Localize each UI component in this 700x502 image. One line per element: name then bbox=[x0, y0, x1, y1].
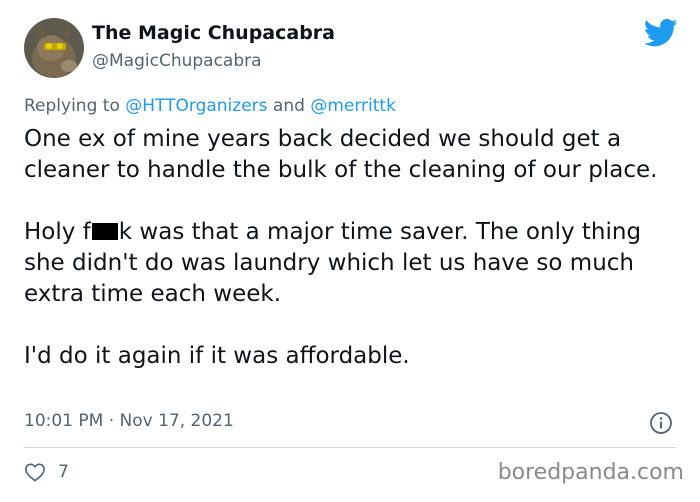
avatar[interactable] bbox=[24, 18, 84, 78]
tweet-paragraph: I'd do it again if it was affordable. bbox=[24, 343, 410, 369]
author-name[interactable]: The Magic Chupacabra bbox=[92, 22, 335, 44]
info-icon[interactable] bbox=[649, 411, 673, 435]
like-count: 7 bbox=[58, 462, 69, 482]
tweet-text-fragment: Holy f bbox=[24, 219, 91, 245]
tweet-paragraph: One ex of mine years back decided we sho… bbox=[24, 126, 658, 183]
author-handle[interactable]: @MagicChupacabra bbox=[92, 51, 262, 71]
like-button[interactable]: 7 bbox=[24, 462, 69, 482]
reply-context: Replying to @HTTOrganizers and @merrittk bbox=[24, 96, 396, 116]
reply-joiner: and bbox=[267, 96, 311, 116]
timestamp[interactable]: 10:01 PM · Nov 17, 2021 bbox=[24, 411, 234, 431]
reply-user-link[interactable]: @merrittk bbox=[310, 96, 396, 116]
reply-user-link[interactable]: @HTTOrganizers bbox=[125, 96, 267, 116]
tweet-paragraph: Holy fk was that a major time saver. The… bbox=[24, 217, 684, 310]
watermark: boredpanda.com bbox=[497, 460, 684, 485]
reply-prefix: Replying to bbox=[24, 96, 126, 116]
heart-icon bbox=[25, 463, 45, 482]
twitter-bird-icon[interactable] bbox=[644, 18, 678, 48]
censor-block bbox=[91, 223, 118, 240]
divider bbox=[24, 447, 676, 448]
tweet-text: One ex of mine years back decided we sho… bbox=[24, 124, 684, 372]
